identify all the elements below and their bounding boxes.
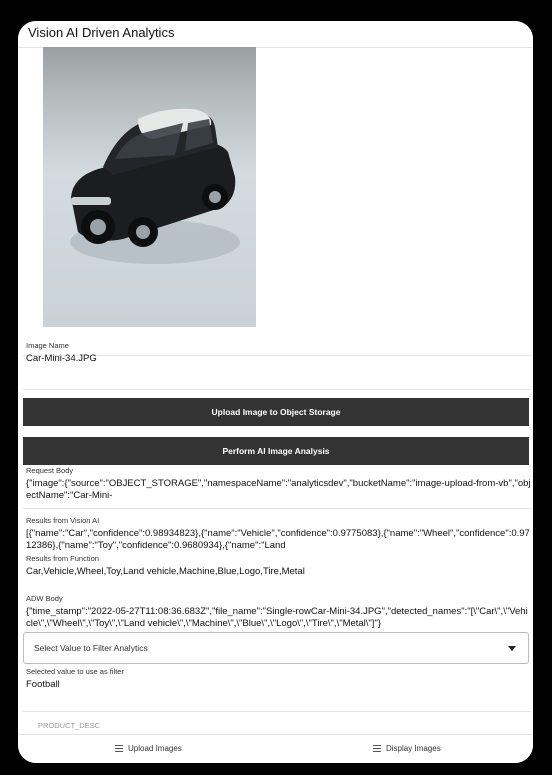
title-bar: Vision AI Driven Analytics xyxy=(18,21,533,48)
divider xyxy=(23,508,531,509)
perform-analysis-button[interactable]: Perform AI Image Analysis xyxy=(23,437,529,465)
filter-select-placeholder: Select Value to Filter Analytics xyxy=(34,643,148,653)
list-icon xyxy=(373,744,381,753)
filter-analytics-select[interactable]: Select Value to Filter Analytics xyxy=(23,632,529,664)
request-body-value: {"image":{"source":"OBJECT_STORAGE","nam… xyxy=(26,478,531,501)
image-name-value: Car-Mini-34.JPG xyxy=(26,353,97,364)
vision-results-field: Results from Vision AI [{"name":"Car","c… xyxy=(23,516,531,552)
adw-body-value: {"time_stamp":"2022-05-27T11:08:36.683Z"… xyxy=(26,606,528,629)
car-photo xyxy=(43,47,256,327)
image-name-field: Image Name Car-Mini-34.JPG xyxy=(23,341,531,365)
vision-results-label: Results from Vision AI xyxy=(26,516,100,525)
list-icon xyxy=(115,744,123,753)
selected-value-field: Selected value to use as filter Football xyxy=(23,667,531,691)
upload-image-button[interactable]: Upload Image to Object Storage xyxy=(23,398,529,426)
image-name-label: Image Name xyxy=(26,341,69,350)
chevron-down-icon[interactable] xyxy=(508,646,516,651)
image-preview-panel xyxy=(23,47,531,356)
selected-value-value: Football xyxy=(26,679,60,690)
adw-body-field: ADW Body {"time_stamp":"2022-05-27T11:08… xyxy=(23,594,531,630)
nav-display-label: Display Images xyxy=(386,744,441,753)
app-title: Vision AI Driven Analytics xyxy=(28,25,175,40)
function-results-field: Results from Function Car,Vehicle,Wheel,… xyxy=(23,554,531,578)
nav-upload-images[interactable]: Upload Images xyxy=(115,744,182,753)
request-body-label: Request Body xyxy=(26,466,74,475)
divider xyxy=(23,389,531,390)
vision-results-value: [{"name":"Car","confidence":0.98934823},… xyxy=(26,528,530,551)
nav-upload-label: Upload Images xyxy=(128,744,182,753)
function-results-label: Results from Function xyxy=(26,554,99,563)
product-desc-peek: PRODUCT_DESC xyxy=(38,721,101,730)
app-window: Vision AI Driven Analytics Image Name Ca… xyxy=(18,21,533,763)
nav-display-images[interactable]: Display Images xyxy=(373,744,441,753)
bottom-navigation: Upload Images Display Images xyxy=(18,734,533,763)
selected-value-label: Selected value to use as filter xyxy=(26,667,124,676)
request-body-field: Request Body {"image":{"source":"OBJECT_… xyxy=(23,466,531,502)
toy-car-image xyxy=(70,108,240,264)
adw-body-label: ADW Body xyxy=(26,594,63,603)
function-results-value: Car,Vehicle,Wheel,Toy,Land vehicle,Machi… xyxy=(26,566,305,577)
divider xyxy=(23,711,531,712)
